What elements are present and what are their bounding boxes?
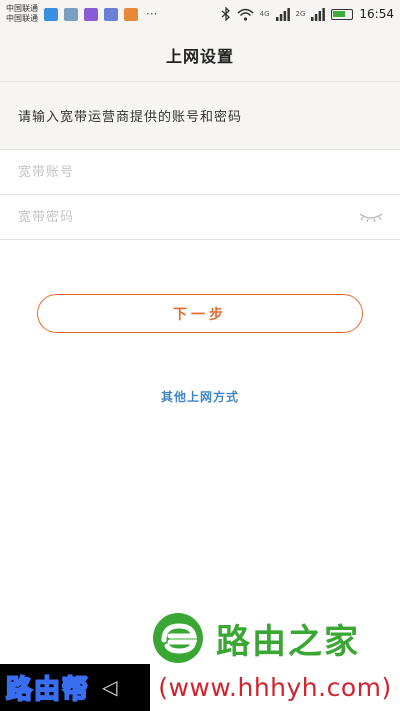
bluetooth-icon: [221, 7, 230, 21]
more-notifications-icon: ···: [146, 7, 158, 21]
carrier-label-1: 中国联通: [6, 4, 38, 13]
page-title: 上网设置: [165, 46, 234, 66]
password-field-row: [0, 195, 400, 240]
network-2g-label: 2G: [295, 10, 306, 18]
signal-2-icon: [311, 7, 326, 21]
watermark-url-panel: (www.hhhyh.com): [150, 664, 400, 711]
watermark-badge-text: 路由帮: [5, 674, 91, 706]
broadband-password-input[interactable]: [18, 209, 338, 225]
network-4g-label: 4G: [259, 10, 270, 18]
signal-1-icon: [275, 7, 290, 21]
qq-notification-icon: [44, 7, 58, 21]
account-field-row: [0, 150, 400, 195]
site-watermark: 路由之家: [150, 612, 400, 664]
watermark-url: (www.hhhyh.com): [158, 673, 392, 702]
carrier-info: 中国联通 中国联通: [6, 4, 38, 24]
next-step-button[interactable]: 下一步: [37, 294, 363, 333]
app-notification-icon: [124, 7, 138, 21]
voicemail-notification-icon: [84, 7, 98, 21]
watermark-badge: 路由帮: [0, 664, 150, 711]
battery-icon: [331, 8, 354, 20]
instruction-text: 请输入宽带运营商提供的账号和密码: [0, 82, 400, 150]
page-header: 上网设置: [0, 28, 400, 82]
carrier-label-2: 中国联通: [6, 14, 38, 23]
show-password-eye-icon[interactable]: [358, 209, 384, 225]
clock-time: 16:54: [359, 7, 394, 21]
luyou-logo-icon: [153, 613, 203, 663]
wifi-icon: [237, 8, 254, 21]
message-notification-icon: [104, 7, 118, 21]
other-methods-link[interactable]: 其他上网方式: [0, 388, 400, 405]
status-indicators: 4G 2G 16:54: [221, 0, 394, 28]
broadband-account-input[interactable]: [18, 164, 338, 180]
watermark-site-name: 路由之家: [216, 621, 360, 662]
status-bar: 中国联通 中国联通 ··· 4G 2G 16:54: [0, 0, 400, 28]
gallery-notification-icon: [64, 7, 78, 21]
back-nav-icon[interactable]: ◁: [102, 675, 117, 699]
